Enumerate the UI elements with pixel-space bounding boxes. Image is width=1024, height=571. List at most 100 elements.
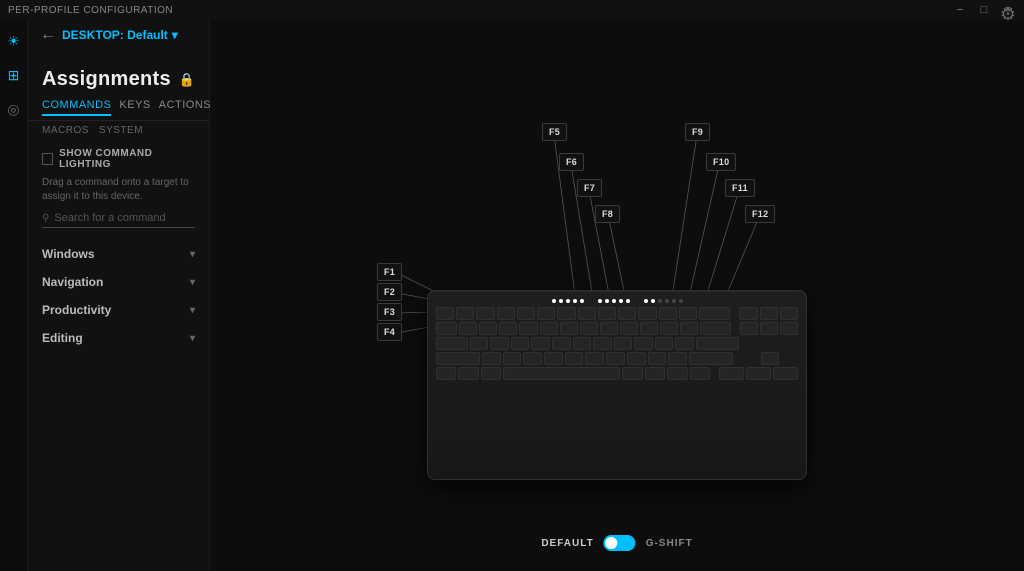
key-lwin[interactable] [458,367,478,380]
assignments-icon[interactable]: ⊞ [3,64,25,86]
key-h[interactable] [573,337,592,350]
key-b[interactable] [565,352,584,365]
key-k[interactable] [614,337,633,350]
tab-commands[interactable]: COMMANDS [42,99,111,116]
fkey-f1-label[interactable]: F1 [377,263,402,281]
key-rctrl[interactable] [690,367,710,380]
key-period[interactable] [648,352,667,365]
key-equal[interactable] [679,307,697,320]
key-delete[interactable] [740,322,758,335]
key-menu[interactable] [667,367,687,380]
fkey-f9-label[interactable]: F9 [685,123,710,141]
key-v[interactable] [544,352,563,365]
minimize-button[interactable]: − [952,4,968,16]
subtab-macros[interactable]: MACROS [42,125,89,136]
key-right[interactable] [773,367,798,380]
key-q[interactable] [459,322,477,335]
key-s[interactable] [490,337,509,350]
key-e[interactable] [499,322,517,335]
key-x[interactable] [503,352,522,365]
key-end[interactable] [760,322,778,335]
category-editing[interactable]: Editing ▾ [28,324,209,352]
key-home[interactable] [760,307,778,320]
key-0[interactable] [638,307,656,320]
key-6[interactable] [557,307,575,320]
key-up[interactable] [761,352,780,365]
key-d[interactable] [511,337,530,350]
back-button[interactable]: ← [40,26,56,44]
profile-selector[interactable]: DESKTOP: Default ▾ [62,28,178,42]
key-5[interactable] [537,307,555,320]
key-lshift[interactable] [436,352,480,365]
fkey-f6-label[interactable]: F6 [559,153,584,171]
key-quote[interactable] [675,337,694,350]
lighting-icon[interactable]: ☀ [3,30,25,52]
fkey-f3-label[interactable]: F3 [377,303,402,321]
macros-icon[interactable]: ◎ [3,98,25,120]
key-i[interactable] [600,322,618,335]
fkey-f7-label[interactable]: F7 [577,179,602,197]
category-productivity[interactable]: Productivity ▾ [28,296,209,324]
key-f[interactable] [531,337,550,350]
key-space[interactable] [503,367,620,380]
key-u[interactable] [580,322,598,335]
fkey-f11-label[interactable]: F11 [725,179,755,197]
key-n[interactable] [585,352,604,365]
fkey-f4-label[interactable]: F4 [377,323,402,341]
key-p[interactable] [640,322,658,335]
key-pgup[interactable] [780,307,798,320]
key-z[interactable] [482,352,501,365]
key-down[interactable] [746,367,771,380]
key-c[interactable] [523,352,542,365]
key-a[interactable] [470,337,489,350]
key-y[interactable] [560,322,578,335]
key-lbracket[interactable] [660,322,678,335]
key-caps[interactable] [436,337,468,350]
key-7[interactable] [578,307,596,320]
key-slash[interactable] [668,352,687,365]
key-tab[interactable] [436,322,457,335]
key-j[interactable] [593,337,612,350]
key-9[interactable] [618,307,636,320]
tab-keys[interactable]: KEYS [119,99,150,116]
key-lctrl[interactable] [436,367,456,380]
key-comma[interactable] [627,352,646,365]
key-fn[interactable] [645,367,665,380]
fkey-f2-label[interactable]: F2 [377,283,402,301]
key-g[interactable] [552,337,571,350]
key-m[interactable] [606,352,625,365]
key-esc[interactable] [436,307,454,320]
show-command-lighting-checkbox[interactable] [42,153,53,165]
key-semi[interactable] [655,337,674,350]
maximize-button[interactable]: □ [976,4,992,16]
key-t[interactable] [540,322,558,335]
key-backspace[interactable] [699,307,730,320]
key-o[interactable] [620,322,638,335]
category-navigation[interactable]: Navigation ▾ [28,268,209,296]
fkey-f5-label[interactable]: F5 [542,123,567,141]
subtab-system[interactable]: SYSTEM [99,125,143,136]
key-rbracket[interactable] [680,322,698,335]
key-backslash[interactable] [700,322,731,335]
key-left[interactable] [719,367,744,380]
fkey-f12-label[interactable]: F12 [745,205,775,223]
key-l[interactable] [634,337,653,350]
tab-actions[interactable]: ACTIONS [159,99,211,116]
key-lalt[interactable] [481,367,501,380]
key-insert[interactable] [739,307,757,320]
search-input[interactable] [54,212,195,224]
category-windows[interactable]: Windows ▾ [28,240,209,268]
key-w[interactable] [479,322,497,335]
key-3[interactable] [497,307,515,320]
key-enter[interactable] [696,337,739,350]
fkey-f8-label[interactable]: F8 [595,205,620,223]
key-pgdn[interactable] [780,322,798,335]
key-2[interactable] [476,307,494,320]
key-ralt[interactable] [622,367,642,380]
key-rshift[interactable] [689,352,733,365]
key-r[interactable] [519,322,537,335]
key-1[interactable] [456,307,474,320]
key-minus[interactable] [659,307,677,320]
key-8[interactable] [598,307,616,320]
fkey-f10-label[interactable]: F10 [706,153,736,171]
